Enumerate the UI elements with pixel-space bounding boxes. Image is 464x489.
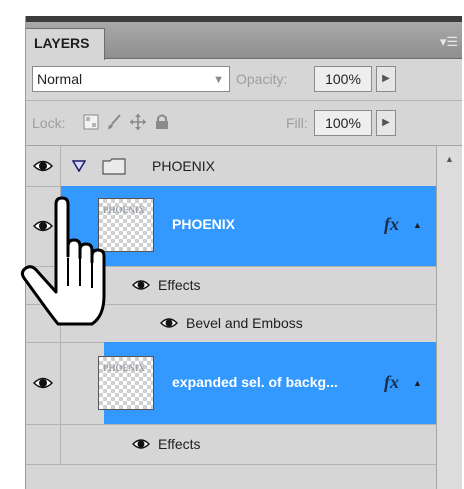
visibility-cell[interactable] (26, 342, 61, 424)
eye-icon[interactable] (33, 156, 53, 176)
layer-row-expanded-sel[interactable]: PHOENIX expanded sel. of backg... fx ▲ (26, 342, 436, 425)
eye-icon[interactable] (33, 373, 53, 393)
effects-label: Effects (158, 277, 201, 293)
visibility-cell[interactable] (26, 424, 61, 464)
tab-layers[interactable]: LAYERS (26, 28, 105, 60)
eye-icon[interactable] (160, 315, 178, 331)
layer-name: PHOENIX (152, 158, 216, 174)
layers-scrollbar[interactable]: ▲ (436, 146, 462, 489)
expand-triangle-icon[interactable] (72, 160, 86, 172)
scroll-up-arrow-icon[interactable]: ▲ (445, 154, 454, 164)
layer-thumbnail: PHOENIX (98, 356, 154, 410)
folder-icon (102, 158, 126, 175)
layer-group-row[interactable]: PHOENIX (26, 146, 436, 187)
lock-move-icon[interactable] (130, 114, 146, 130)
thumbnail-text: PHOENIX (103, 363, 146, 373)
collapse-effects-icon[interactable]: ▲ (413, 378, 422, 388)
effect-name: Bevel and Emboss (186, 315, 303, 331)
fill-slider-button[interactable]: ▶ (376, 110, 396, 136)
fx-icon[interactable]: fx (384, 372, 399, 393)
layer-name: PHOENIX (172, 216, 236, 232)
opacity-slider-button[interactable]: ▶ (376, 66, 396, 92)
lock-row: Lock: Fill: 100% ▶ (26, 101, 462, 146)
collapse-effects-icon[interactable]: ▲ (413, 220, 422, 230)
opacity-field[interactable]: 100% (314, 66, 372, 92)
lock-label: Lock: (32, 115, 66, 131)
effects-row[interactable]: Effects (26, 424, 436, 465)
fill-field[interactable]: 100% (314, 110, 372, 136)
effects-label: Effects (158, 436, 201, 452)
blend-row: Normal ▼ Opacity: 100% ▶ (26, 58, 462, 101)
eye-icon[interactable] (132, 277, 150, 293)
chevron-down-icon: ▼ (213, 74, 224, 86)
opacity-label: Opacity: (236, 71, 288, 87)
blend-mode-select[interactable]: Normal ▼ (32, 66, 230, 92)
lock-all-icon[interactable] (154, 114, 170, 130)
fx-icon[interactable]: fx (384, 214, 399, 235)
fill-label: Fill: (286, 115, 308, 131)
blend-mode-value: Normal (37, 71, 83, 87)
visibility-cell[interactable] (26, 146, 61, 186)
panel-menu-icon[interactable]: ▾☰ (440, 34, 458, 50)
lock-transparent-icon[interactable] (83, 114, 99, 130)
layer-name: expanded sel. of backg... (172, 374, 338, 390)
hand-pointer-cursor (20, 196, 106, 326)
eye-icon[interactable] (132, 436, 150, 452)
panel-tab-bar: LAYERS ▾☰ (26, 22, 462, 60)
lock-paint-icon[interactable] (106, 114, 122, 130)
